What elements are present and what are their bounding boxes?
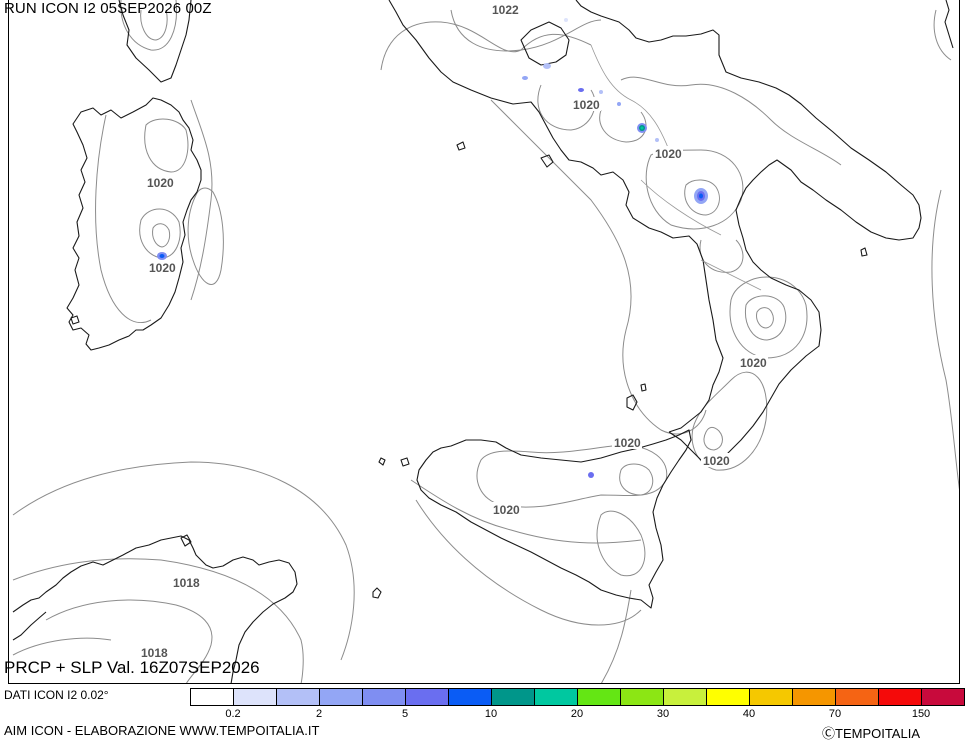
island xyxy=(70,315,80,325)
isobars xyxy=(12,0,959,683)
island xyxy=(540,154,554,168)
legend-swatch xyxy=(663,688,707,706)
isobar-line xyxy=(699,239,744,273)
region-borders xyxy=(590,44,762,291)
legend-tick-label: 0.2 xyxy=(225,708,241,720)
legend-tick-label: 20 xyxy=(570,708,584,720)
legend-swatch xyxy=(362,688,406,706)
isobar-line xyxy=(95,114,152,323)
legend-swatch xyxy=(491,688,535,706)
precip-area xyxy=(655,138,659,142)
isobar-label: 1020 xyxy=(147,176,174,190)
island xyxy=(456,141,466,151)
legend-swatch xyxy=(749,688,793,706)
precip-area xyxy=(522,76,528,80)
legend-swatch xyxy=(577,688,621,706)
legend-swatch xyxy=(835,688,879,706)
legend-swatch xyxy=(448,688,492,706)
run-title: RUN ICON I2 05SEP2026 00Z xyxy=(4,0,212,17)
adriatic-coast xyxy=(944,0,954,49)
island xyxy=(400,457,410,467)
isobar-line xyxy=(144,118,189,173)
precipitation xyxy=(157,18,708,478)
legend-swatch xyxy=(319,688,363,706)
legend-swatch xyxy=(233,688,277,706)
legend-tick-label: 10 xyxy=(484,708,498,720)
isobar-line xyxy=(619,463,654,496)
precip-area xyxy=(617,102,621,106)
precip-area xyxy=(159,254,165,258)
legend-swatch xyxy=(921,688,965,706)
legend-tick-label: 40 xyxy=(742,708,756,720)
isobar-line xyxy=(415,499,642,626)
isobar-line xyxy=(600,589,632,683)
isobar-line xyxy=(139,208,181,259)
isobar-label: 1020 xyxy=(493,503,520,517)
island xyxy=(378,457,386,466)
legend-swatch xyxy=(276,688,320,706)
peninsula-east-coast xyxy=(575,0,922,467)
legend-swatch xyxy=(534,688,578,706)
isobar-label: 1020 xyxy=(740,356,767,370)
legend-tick-label: 70 xyxy=(828,708,842,720)
legend-swatch xyxy=(706,688,750,706)
tunisia-coast-west xyxy=(12,611,47,641)
border-line xyxy=(590,44,670,151)
isobar-line xyxy=(12,461,355,661)
legend-swatch xyxy=(405,688,449,706)
legend-tick-label: 150 xyxy=(911,708,931,720)
isobar-line xyxy=(12,637,112,656)
isobar-line xyxy=(931,189,959,490)
border-line xyxy=(700,259,762,291)
isobar-label: 1020 xyxy=(655,147,682,161)
legend-swatch xyxy=(620,688,664,706)
precip-area xyxy=(588,472,594,478)
credit-label: AIM ICON - ELABORAZIONE WWW.TEMPOITALIA.… xyxy=(4,723,320,738)
precip-area xyxy=(640,126,644,130)
isobar-line xyxy=(152,223,171,248)
map-panel: 1022 1020 1020 1020 1020 1020 1020 1020 … xyxy=(8,0,960,684)
isobar-line xyxy=(744,295,787,341)
isobar-label: 1020 xyxy=(614,436,641,450)
island xyxy=(640,383,647,392)
sicily-coast xyxy=(416,429,692,609)
sardinia-coast xyxy=(66,97,202,351)
legend-tick-label: 30 xyxy=(656,708,670,720)
isobar-line xyxy=(476,444,668,508)
isobar-line xyxy=(380,21,592,71)
island xyxy=(860,247,868,257)
isobar-label: 1018 xyxy=(173,576,200,590)
precip-area xyxy=(564,18,568,22)
precip-area xyxy=(578,88,584,92)
peninsula-west-coast xyxy=(388,0,724,433)
isobar-labels: 1022 1020 1020 1020 1020 1020 1020 1020 … xyxy=(139,2,768,660)
product-title: PRCP + SLP Val. 16Z07SEP2026 xyxy=(4,658,260,677)
precip-area xyxy=(699,193,703,199)
island xyxy=(372,587,382,599)
legend-swatch xyxy=(190,688,234,706)
isobar-line xyxy=(645,149,744,230)
precip-area xyxy=(599,90,603,94)
precip-area xyxy=(543,63,551,69)
legend-swatch xyxy=(878,688,922,706)
data-source-label: DATI ICON I2 0.02° xyxy=(4,688,109,702)
legend-tick-label: 2 xyxy=(315,708,323,720)
legend-swatch xyxy=(792,688,836,706)
map-canvas: 1022 1020 1020 1020 1020 1020 1020 1020 … xyxy=(12,0,959,683)
isobar-label: 1020 xyxy=(149,261,176,275)
copyright-label: ⒸTEMPOITALIA xyxy=(822,726,920,741)
isobar-line xyxy=(756,307,774,329)
isobar-label: 1022 xyxy=(492,3,519,17)
isobar-line xyxy=(596,510,646,577)
isobar-label: 1020 xyxy=(703,454,730,468)
coastlines xyxy=(12,0,954,683)
isobar-label: 1020 xyxy=(573,98,600,112)
isobar-line xyxy=(703,426,723,451)
legend-tick-label: 5 xyxy=(401,708,409,720)
